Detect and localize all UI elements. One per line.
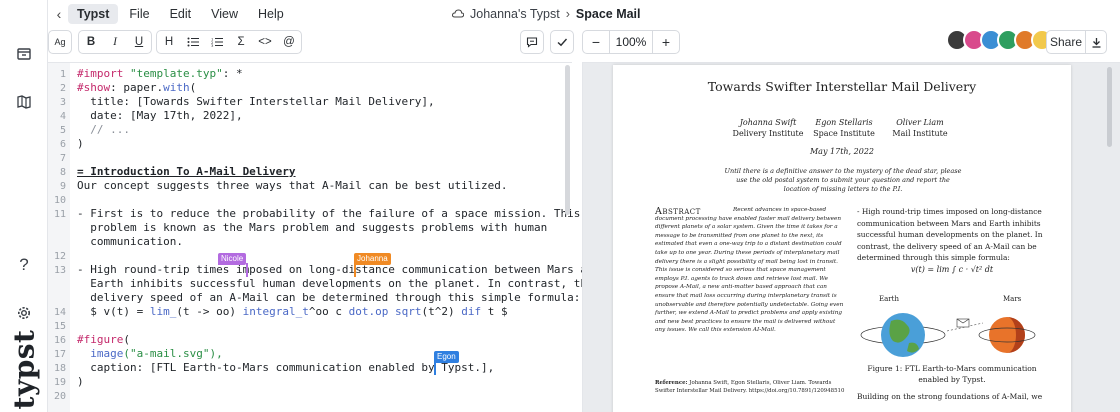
figure-caption: Figure 1: FTL Earth-to-Mars communicatio…	[867, 364, 1037, 384]
preview-page: Towards Swifter Interstellar Mail Delive…	[613, 65, 1071, 412]
back-chevron-icon[interactable]: ‹	[50, 6, 68, 22]
check-icon[interactable]	[550, 30, 574, 54]
editor-line: 16 #figure(	[53, 333, 130, 346]
editor-line: 10	[53, 195, 66, 206]
editor-line: 1 #import "template.typ": *	[59, 67, 243, 80]
editor-scrollbar[interactable]	[565, 65, 570, 215]
collaborator-avatars	[946, 29, 1053, 51]
collaborator-cursor-label: Nicole	[218, 253, 247, 265]
editor-line: 14 $ v(t) = lim_(t -> oo) integral_t^oo …	[53, 305, 508, 318]
body-paragraph: Building on the strong foundations of A-…	[857, 392, 1043, 401]
collaborator-caret	[434, 361, 436, 375]
editor-line: 15	[53, 321, 66, 332]
editor-line: 19)	[53, 375, 84, 388]
file-tree-icon[interactable]	[12, 42, 36, 66]
paper-reference: Reference: Johanna Swift, Egon Stellaris…	[655, 380, 845, 394]
paper-dedication: Until there is a definitive answer to th…	[724, 167, 962, 193]
menu-help[interactable]: Help	[249, 4, 293, 24]
editor-line: 7	[59, 153, 66, 164]
help-icon[interactable]: ?	[12, 253, 36, 277]
editor-line: 2 #show: paper.with(	[59, 81, 197, 94]
typst-app: ? typst ‹ Typst File Edit View Help Joha…	[0, 0, 1120, 412]
collaborator-caret	[246, 263, 248, 277]
editor-line: 6)	[59, 137, 84, 150]
bold-button[interactable]: B	[79, 31, 103, 53]
typst-logo: typst	[7, 329, 41, 409]
breadcrumb-separator-icon: ›	[565, 7, 570, 21]
editor-line: delivery speed of an A-Mail can be deter…	[77, 291, 581, 304]
formula: v(t) = lim ∫ c · √t² dt	[910, 265, 994, 274]
code-editor[interactable]: 1 #import "template.typ": * 2 #show: paper…	[48, 62, 601, 412]
bullet-list-icon[interactable]	[181, 31, 205, 53]
underline-button[interactable]: U	[127, 31, 151, 53]
editor-line: 8 = Introduction To A-Mail Delivery	[59, 165, 296, 178]
editor-line: 17 image("a-mail.svg"),	[53, 347, 223, 360]
collaborator-cursor-label: Johanna	[354, 253, 391, 265]
svg-text:3: 3	[211, 43, 214, 47]
editor-line: 13- High round-trip times imposed on lon…	[53, 263, 601, 276]
cloud-icon	[452, 7, 465, 21]
document-preview[interactable]: Towards Swifter Interstellar Mail Delive…	[582, 62, 1120, 412]
download-icon[interactable]	[1085, 30, 1107, 54]
editor-line: communication.	[77, 235, 183, 248]
insert-group: H 123 Σ <> @	[156, 30, 302, 54]
breadcrumb: Johanna's Typst › Space Mail	[452, 0, 641, 28]
figure-earth-mars: Earth Mars	[857, 291, 1047, 371]
format-group: B I U	[78, 30, 152, 54]
menu-typst[interactable]: Typst	[68, 4, 119, 24]
zoom-in-button[interactable]: +	[653, 31, 679, 53]
menu-view[interactable]: View	[202, 4, 247, 24]
paper-date: May 17th, 2022	[809, 147, 874, 156]
editor-line: 18 caption: [FTL Earth-to-Mars communica…	[53, 361, 495, 374]
collaborator-caret	[354, 263, 356, 277]
menu-edit[interactable]: Edit	[161, 4, 201, 24]
italic-button[interactable]: I	[103, 31, 127, 53]
editor-line: problem is known as the Mars problem and…	[77, 221, 548, 234]
collaborator-cursor-label: Egon	[434, 351, 459, 363]
zoom-level[interactable]: 100%	[609, 31, 653, 53]
editor-line: 20	[53, 391, 66, 402]
document-name[interactable]: Space Mail	[576, 7, 641, 21]
project-name[interactable]: Johanna's Typst	[470, 7, 560, 21]
editor-line: 11- First is to reduce the probability o…	[53, 207, 581, 220]
editor-line: Earth inhibits successful human developm…	[77, 277, 594, 290]
settings-gear-icon[interactable]	[12, 301, 36, 325]
editor-line: 5 // ...	[59, 123, 130, 136]
font-size-button[interactable]: Ag	[48, 30, 72, 54]
author-block: Oliver Liam Mail Institute	[892, 118, 948, 138]
menu-file[interactable]: File	[120, 4, 158, 24]
editor-line: 4 date: [May 17th, 2022],	[59, 109, 243, 122]
abstract-text: Recent advances in space-based document …	[655, 207, 844, 334]
preview-scrollbar[interactable]	[1107, 67, 1112, 147]
outline-map-icon[interactable]	[12, 90, 36, 114]
share-button[interactable]: Share	[1046, 30, 1086, 54]
body-paragraph: - High round-trip times imposed on long-…	[857, 207, 1043, 262]
zoom-out-button[interactable]: −	[583, 31, 609, 53]
math-button[interactable]: Σ	[229, 31, 253, 53]
toolbar: Ag B I U H 123 Σ <> @ − 100% + Share	[48, 28, 1120, 58]
numbered-list-icon[interactable]: 123	[205, 31, 229, 53]
code-button[interactable]: <>	[253, 31, 277, 53]
editor-line: 9 Our concept suggests three ways that A-…	[59, 179, 508, 192]
editor-line: 12	[53, 251, 66, 262]
paper-title: Towards Swifter Interstellar Mail Delive…	[707, 79, 977, 94]
left-sidebar: ? typst	[0, 0, 48, 412]
mars-label: Mars	[1003, 295, 1022, 303]
editor-line: 3 title: [Towards Swifter Interstellar M…	[59, 95, 435, 108]
comment-icon[interactable]	[520, 30, 544, 54]
mention-button[interactable]: @	[277, 31, 301, 53]
heading-button[interactable]: H	[157, 31, 181, 53]
abstract-heading: Abstract	[655, 206, 701, 217]
earth-label: Earth	[879, 295, 899, 303]
zoom-control: − 100% +	[582, 30, 680, 54]
